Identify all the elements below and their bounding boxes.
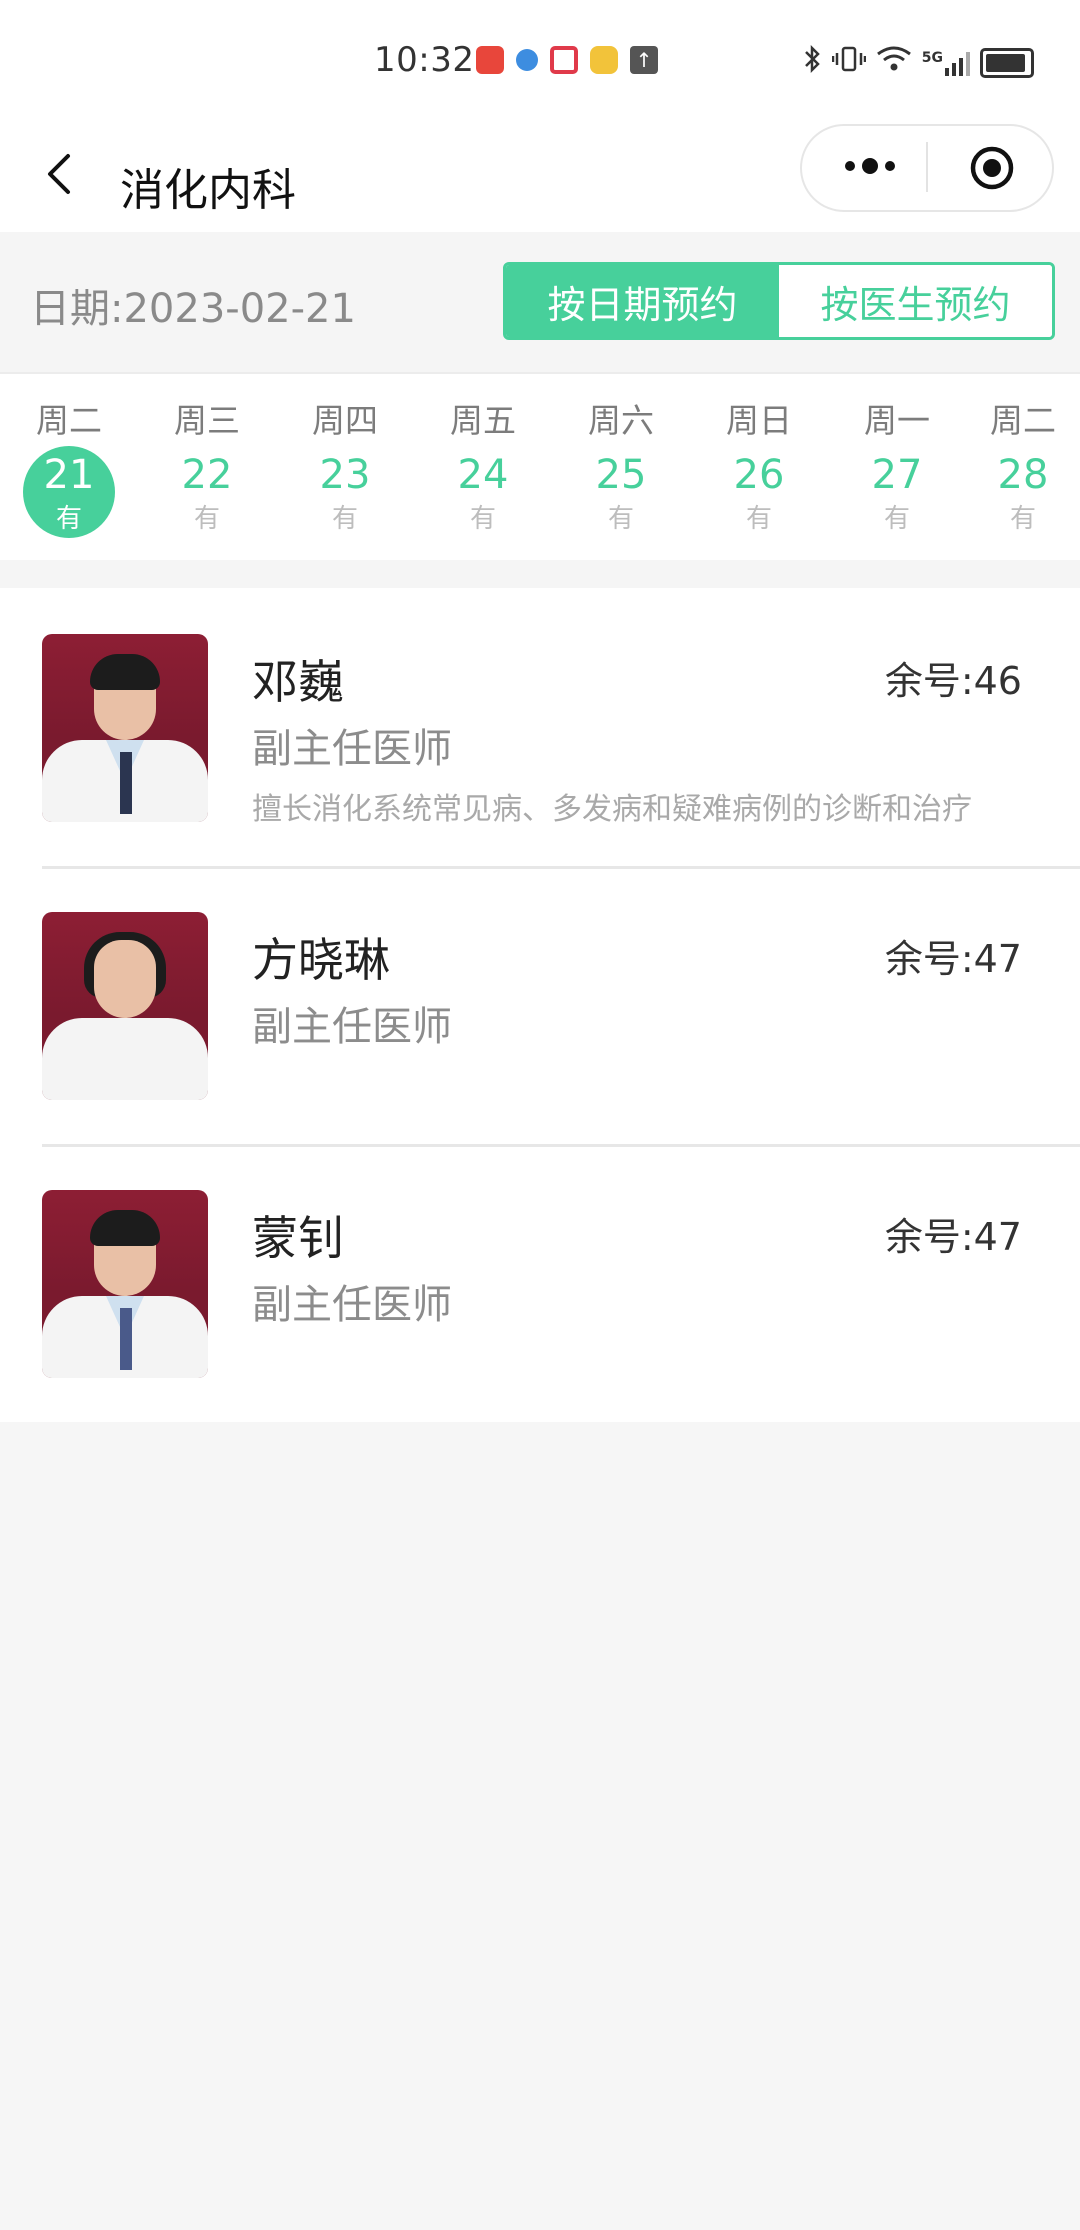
doctor-description: 擅长消化系统常见病、多发病和疑难病例的诊断和治疗 xyxy=(252,792,972,827)
doctor-title: 副主任医师 xyxy=(252,1282,452,1328)
weibo-icon xyxy=(590,46,618,74)
day-item[interactable]: 周日 26 有 xyxy=(690,374,828,538)
day-item[interactable]: 周三 22 有 xyxy=(138,374,276,538)
bluetooth-icon xyxy=(802,44,822,81)
list-gap xyxy=(0,560,1080,588)
browser-icon xyxy=(516,49,538,71)
capsule-divider xyxy=(926,142,928,192)
day-availability: 有 xyxy=(745,504,772,534)
book-by-date-button[interactable]: 按日期预约 xyxy=(506,265,779,337)
wifi-icon xyxy=(876,44,912,81)
day-circle[interactable]: 22 有 xyxy=(161,446,253,538)
day-circle[interactable]: 26 有 xyxy=(713,446,805,538)
day-item[interactable]: 周二 21 有 xyxy=(0,374,138,538)
doctor-name: 方晓琳 xyxy=(252,933,390,987)
day-item[interactable]: 周二 28 有 xyxy=(966,374,1080,538)
mini-program-capsule xyxy=(800,124,1054,212)
weekday-label: 周五 xyxy=(450,401,516,440)
day-availability: 有 xyxy=(1009,504,1036,534)
day-availability: 有 xyxy=(607,504,634,534)
doctor-photo xyxy=(42,912,208,1100)
target-circle-icon[interactable] xyxy=(970,146,1014,190)
day-circle[interactable]: 23 有 xyxy=(299,446,391,538)
status-time: 10:32 xyxy=(374,40,475,80)
weekday-label: 周二 xyxy=(990,401,1056,440)
day-circle-selected[interactable]: 21 有 xyxy=(23,446,115,538)
red-book-icon xyxy=(550,46,578,74)
more-dots-icon[interactable] xyxy=(830,146,910,186)
weekday-label: 周一 xyxy=(864,401,930,440)
day-item[interactable]: 周四 23 有 xyxy=(276,374,414,538)
day-availability: 有 xyxy=(469,504,496,534)
day-availability: 有 xyxy=(331,504,358,534)
weekday-label: 周二 xyxy=(36,401,102,440)
vibrate-icon xyxy=(831,44,867,81)
day-item[interactable]: 周五 24 有 xyxy=(414,374,552,538)
day-number: 21 xyxy=(43,452,95,498)
day-number: 28 xyxy=(997,452,1049,498)
network-label: 5G xyxy=(921,49,943,66)
doctor-name: 蒙钊 xyxy=(252,1211,344,1265)
day-number: 26 xyxy=(733,452,785,498)
day-number: 27 xyxy=(871,452,923,498)
day-number: 23 xyxy=(319,452,371,498)
upload-icon: ↑ xyxy=(630,46,658,74)
day-circle[interactable]: 27 有 xyxy=(851,446,943,538)
day-availability: 有 xyxy=(193,504,220,534)
doctor-title: 副主任医师 xyxy=(252,1004,452,1050)
weekday-label: 周三 xyxy=(174,401,240,440)
nav-bar: 消化内科 xyxy=(0,116,1080,232)
battery-icon xyxy=(980,47,1034,78)
weekday-label: 周四 xyxy=(312,401,378,440)
doctor-title: 副主任医师 xyxy=(252,726,452,772)
day-item[interactable]: 周一 27 有 xyxy=(828,374,966,538)
day-number: 24 xyxy=(457,452,509,498)
booking-mode-toggle: 按日期预约 按医生预约 xyxy=(503,262,1055,340)
weekday-label: 周六 xyxy=(588,401,654,440)
5g-signal-icon: 5G xyxy=(922,50,970,76)
notification-icons: ↑ xyxy=(476,46,658,74)
weekday-label: 周日 xyxy=(726,401,792,440)
doctor-card[interactable]: 方晓琳 余号:47 副主任医师 xyxy=(0,866,1080,1144)
page-title: 消化内科 xyxy=(120,165,296,216)
status-bar: 10:32 ↑ 5G xyxy=(0,0,1080,116)
doctor-photo xyxy=(42,1190,208,1378)
day-number: 25 xyxy=(595,452,647,498)
doctor-list: 邓巍 余号:46 副主任医师 擅长消化系统常见病、多发病和疑难病例的诊断和治疗 … xyxy=(0,588,1080,1422)
doctor-card[interactable]: 蒙钊 余号:47 副主任医师 xyxy=(0,1144,1080,1422)
day-circle[interactable]: 25 有 xyxy=(575,446,667,538)
day-availability: 有 xyxy=(883,504,910,534)
book-by-doctor-button[interactable]: 按医生预约 xyxy=(779,265,1052,337)
doctor-card[interactable]: 邓巍 余号:46 副主任医师 擅长消化系统常见病、多发病和疑难病例的诊断和治疗 xyxy=(0,588,1080,866)
date-header: 日期:2023-02-21 按日期预约 按医生预约 xyxy=(0,232,1080,372)
doctor-name: 邓巍 xyxy=(252,655,344,709)
chevron-left-icon[interactable] xyxy=(40,152,80,196)
news-app-icon xyxy=(476,46,504,74)
day-item[interactable]: 周六 25 有 xyxy=(552,374,690,538)
doctor-photo xyxy=(42,634,208,822)
remaining-slots: 余号:47 xyxy=(884,1215,1022,1259)
selected-date-label: 日期:2023-02-21 xyxy=(30,286,356,332)
remaining-slots: 余号:47 xyxy=(884,937,1022,981)
day-circle[interactable]: 28 有 xyxy=(977,446,1069,538)
remaining-slots: 余号:46 xyxy=(884,659,1022,703)
day-circle[interactable]: 24 有 xyxy=(437,446,529,538)
day-availability: 有 xyxy=(55,504,82,534)
week-date-strip: 周二 21 有 周三 22 有 周四 23 有 周五 24 有 周六 25 有 xyxy=(0,372,1080,560)
system-icons: 5G xyxy=(802,44,1034,81)
day-number: 22 xyxy=(181,452,233,498)
